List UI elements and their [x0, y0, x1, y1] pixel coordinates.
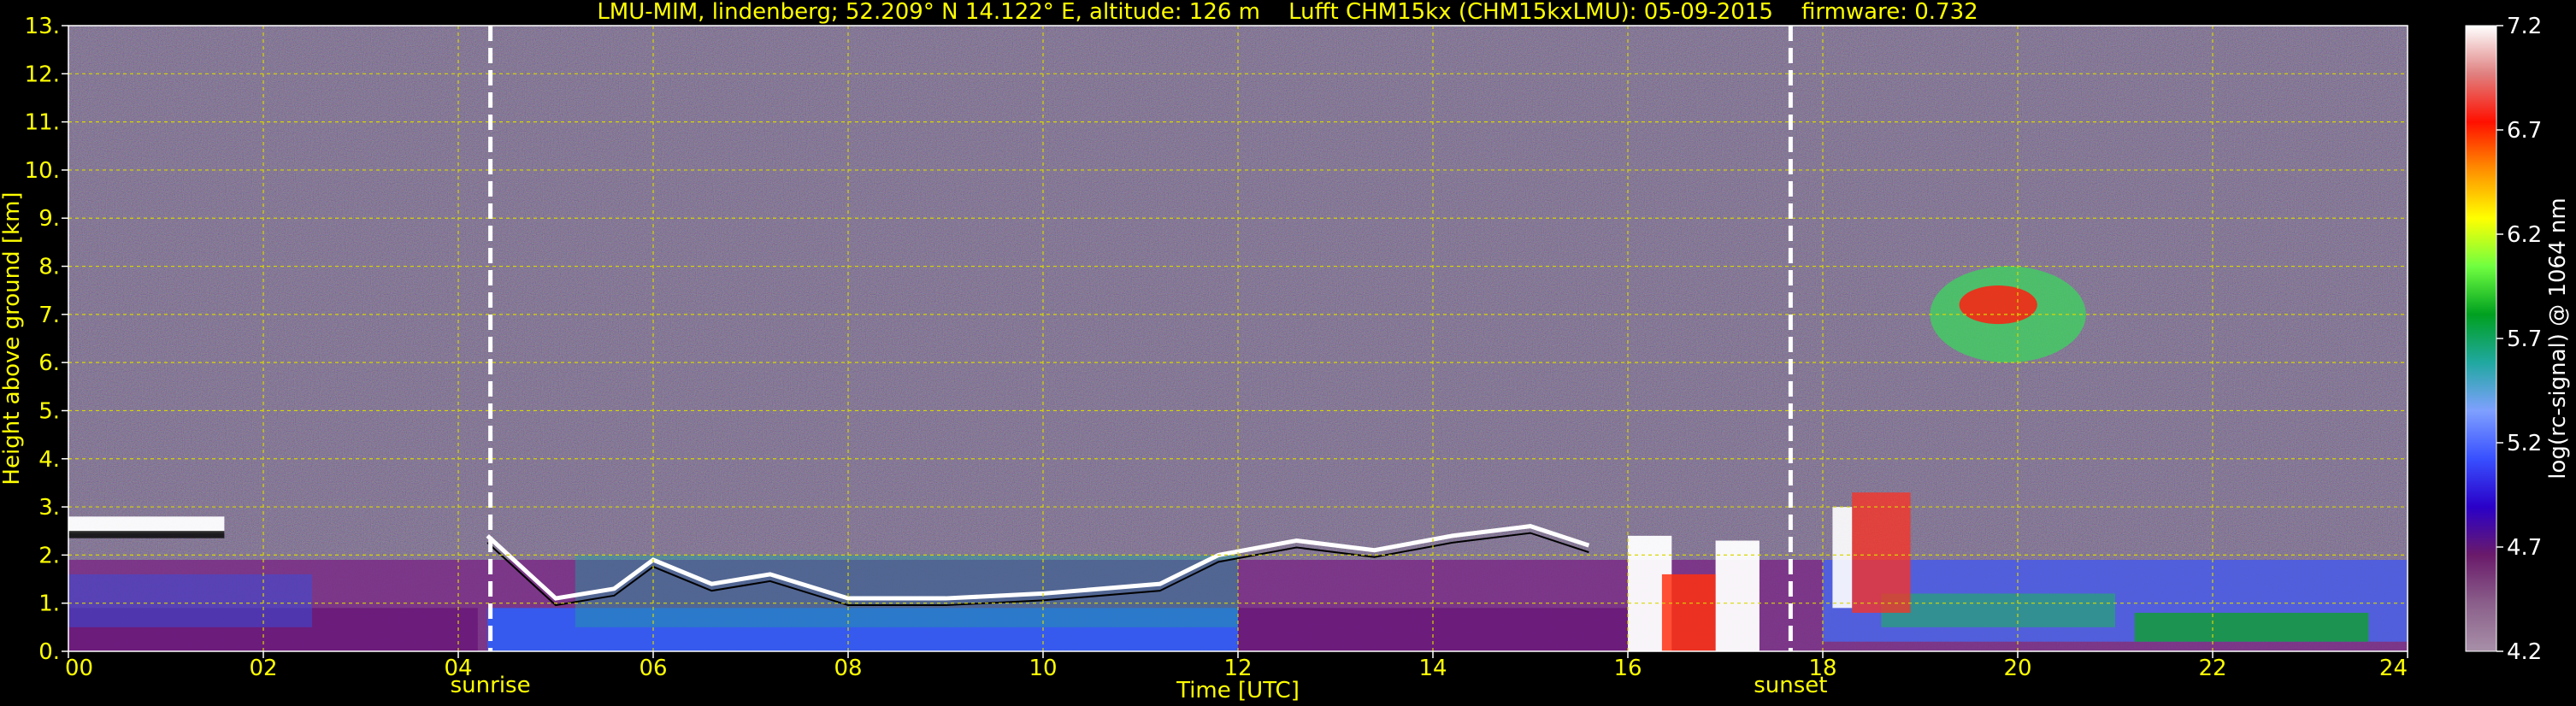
y-tick-label: 13. [25, 14, 60, 39]
x-tick-label: 14 [1418, 656, 1447, 681]
y-tick-label: 7. [38, 303, 60, 328]
y-tick-label: 12. [25, 62, 60, 87]
early-cloud-shadow [68, 531, 225, 538]
afternoon-cloud-core [1661, 574, 1716, 651]
annotation-label: sunrise [451, 673, 531, 698]
evening-cloud [1852, 492, 1911, 613]
x-axis-label: Time [UTC] [1176, 678, 1300, 703]
x-axis-ticks: 00 02 04 06 08 10 12 14 16 18 20 22 24 [65, 651, 2408, 681]
x-tick-label: 02 [249, 656, 277, 681]
annotation-label: sunset [1754, 673, 1827, 698]
colorbar-tick-label: 5.7 [2507, 327, 2542, 352]
y-tick-label: 8. [38, 255, 60, 280]
x-tick-label: 24 [2379, 656, 2408, 681]
chart-figure: LMU-MIM, lindenberg; 52.209° N 14.122° E… [0, 0, 2571, 703]
x-tick-label: 00 [65, 656, 93, 681]
x-tick-label: 20 [2003, 656, 2031, 681]
colorbar-tick-label: 7.2 [2507, 14, 2542, 39]
y-tick-label: 4. [38, 447, 60, 473]
colorbar: 4.2 4.7 5.2 5.7 6.2 6.7 7.2 log(rc-signal) @ 1… [2465, 14, 2571, 665]
colorbar-tick-label: 6.2 [2507, 222, 2542, 248]
early-cloud [68, 516, 225, 534]
evening-green-layer [2134, 612, 2369, 642]
night-aerosol [68, 574, 312, 627]
plot-area [68, 25, 2408, 652]
y-tick-label: 6. [38, 350, 60, 376]
y-tick-label: 0. [38, 639, 60, 665]
colorbar-tick-label: 4.2 [2507, 639, 2542, 665]
y-axis-ticks: 0. 1. 2. 3. 4. 5. 6. 7. 8. 9. 10. 11. 12. 13. [25, 14, 68, 665]
y-tick-label: 9. [38, 206, 60, 232]
x-tick-label: 16 [1613, 656, 1642, 681]
colorbar-tick-label: 5.2 [2507, 431, 2542, 456]
colorbar-tick-label: 6.7 [2507, 118, 2542, 144]
y-tick-label: 10. [25, 158, 60, 184]
y-tick-label: 3. [38, 495, 60, 521]
colorbar-ticks: 4.2 4.7 5.2 5.7 6.2 6.7 7.2 [2496, 14, 2542, 665]
x-tick-label: 22 [2198, 656, 2226, 681]
y-tick-label: 2. [38, 543, 60, 568]
y-tick-label: 11. [25, 110, 60, 136]
y-tick-label: 5. [38, 398, 60, 424]
y-axis-label: Height above ground [km] [0, 191, 25, 485]
y-tick-label: 1. [38, 591, 60, 617]
chart-title: LMU-MIM, lindenberg; 52.209° N 14.122° E… [597, 0, 1978, 25]
x-tick-label: 08 [834, 656, 862, 681]
evening-green-layer-2 [1881, 593, 2115, 627]
colorbar-label: log(rc-signal) @ 1064 nm [2545, 197, 2571, 479]
x-tick-label: 10 [1029, 656, 1057, 681]
cirrus-core [1959, 285, 2037, 325]
afternoon-cloud-2 [1715, 540, 1760, 651]
colorbar-scale [2465, 25, 2497, 652]
evening-cloud-edge [1832, 507, 1853, 609]
convective-layer [575, 555, 1238, 627]
x-tick-label: 06 [639, 656, 667, 681]
colorbar-tick-label: 4.7 [2507, 535, 2542, 561]
